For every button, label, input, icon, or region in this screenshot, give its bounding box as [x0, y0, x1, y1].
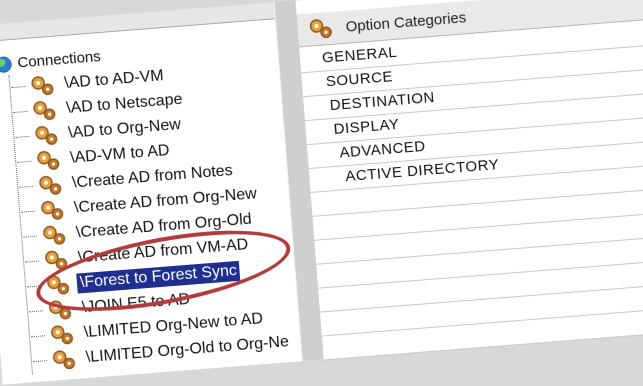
tree-header-bar [0, 2, 275, 43]
tree-connector [32, 360, 48, 363]
gears-icon [35, 125, 58, 145]
gears-icon [33, 100, 56, 120]
gears-icon [37, 150, 60, 170]
gears-icon [52, 349, 75, 369]
option-category-label: ADVANCED [338, 137, 427, 162]
gears-icon [50, 324, 74, 344]
tree-connector [15, 135, 30, 138]
option-categories-pane: Option Categories GENERAL SOURCE DESTINATI… [295, 0, 643, 361]
tree-connector [21, 210, 36, 213]
tree-connector [11, 86, 26, 89]
screenshot-scene: Connections \AD to AD-VM \AD to Netscape \… [0, 0, 643, 385]
option-category-label: GENERAL [321, 43, 398, 67]
tree-connector [17, 160, 32, 163]
tree-connector [19, 185, 34, 188]
option-categories-title: Option Categories [345, 8, 467, 36]
connections-tree-pane[interactable]: Connections \AD to AD-VM \AD to Netscape \… [0, 2, 304, 385]
tree-connector [13, 110, 28, 114]
gears-icon [41, 200, 64, 220]
option-category-label: DISPLAY [333, 115, 400, 138]
tree-connector [29, 310, 44, 313]
tree-connector [23, 235, 38, 238]
gears-icon [39, 175, 62, 195]
tree-connector [25, 260, 40, 263]
gears-icon [31, 75, 54, 95]
globe-icon [0, 55, 13, 73]
option-category-label: SOURCE [325, 68, 394, 91]
gears-icon [43, 225, 66, 245]
gears-icon [309, 19, 332, 39]
tree-connector [31, 335, 46, 338]
